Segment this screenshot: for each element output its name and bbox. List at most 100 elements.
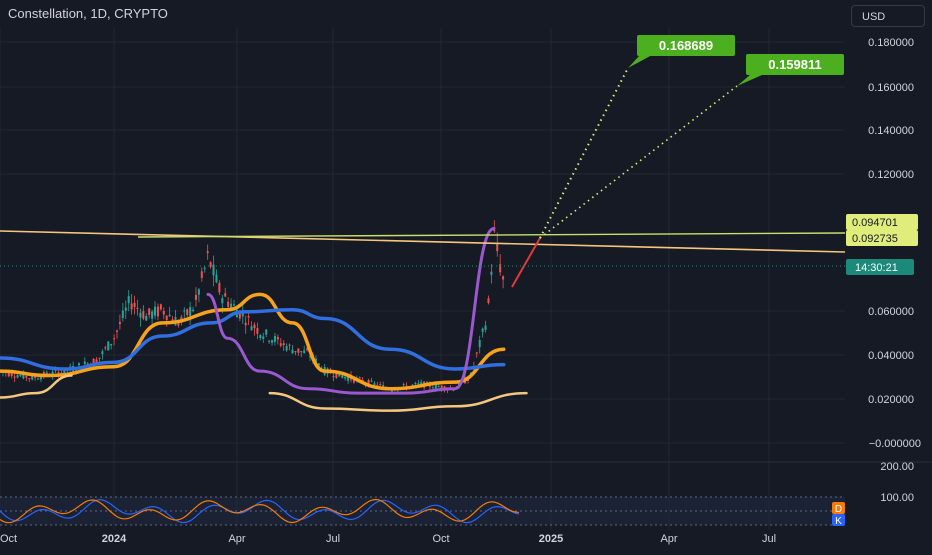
candle-body bbox=[34, 376, 37, 378]
candle-body bbox=[206, 251, 209, 254]
y-tick-label: 0.120000 bbox=[868, 169, 914, 181]
candle-body bbox=[16, 375, 19, 378]
candle-body bbox=[133, 302, 136, 307]
candle-body bbox=[303, 350, 306, 354]
candle-body bbox=[475, 352, 478, 354]
candle-body bbox=[142, 311, 145, 319]
svg-text:14:30:21: 14:30:21 bbox=[855, 262, 898, 274]
badge-d-label: D bbox=[835, 504, 842, 515]
x-tick-label: 2025 bbox=[539, 533, 563, 545]
candle-body bbox=[200, 271, 203, 278]
candle-body bbox=[332, 376, 335, 378]
chart-root[interactable]: 0.168689 0.159811 0.180000 0.160000 0.14… bbox=[0, 0, 932, 550]
candle-body bbox=[192, 309, 195, 311]
candle-body bbox=[358, 377, 361, 379]
candle-body bbox=[478, 339, 481, 348]
candle-body bbox=[25, 376, 28, 378]
candle-body bbox=[496, 243, 499, 252]
candle-body bbox=[233, 304, 235, 306]
y-tick-label: 0.020000 bbox=[868, 394, 914, 406]
candle-body bbox=[344, 376, 347, 379]
candle-body bbox=[194, 294, 197, 300]
candle-body bbox=[273, 336, 276, 342]
candle-body bbox=[159, 304, 162, 310]
candle-body bbox=[490, 271, 493, 275]
candle-body bbox=[183, 310, 186, 312]
candle-body bbox=[186, 309, 189, 316]
candle-body bbox=[77, 363, 80, 366]
candle-body bbox=[28, 378, 31, 380]
price-label-lower: 0.092735 bbox=[846, 230, 918, 246]
y-tick-label: 0.160000 bbox=[868, 82, 914, 94]
candle-body bbox=[244, 322, 247, 326]
candle-body bbox=[124, 307, 127, 311]
candle-body bbox=[145, 315, 148, 321]
candle-body bbox=[437, 386, 440, 388]
candle-body bbox=[136, 307, 139, 309]
candle-body bbox=[98, 357, 101, 359]
candle-body bbox=[265, 329, 268, 335]
candle-body bbox=[300, 351, 303, 353]
candle-body bbox=[484, 325, 487, 330]
candle-body bbox=[224, 293, 227, 297]
x-tick-label: 2024 bbox=[102, 533, 127, 545]
candle-body bbox=[107, 341, 110, 351]
candle-body bbox=[279, 343, 282, 346]
candle-body bbox=[221, 298, 224, 304]
x-tick-label: Jul bbox=[762, 533, 776, 545]
candle-body bbox=[294, 351, 297, 353]
svg-text:0.092735: 0.092735 bbox=[852, 233, 898, 245]
candle-body bbox=[414, 382, 417, 384]
x-tick-label: Oct bbox=[432, 533, 449, 545]
candle-body bbox=[288, 344, 291, 346]
candle-body bbox=[189, 307, 192, 317]
candle-body bbox=[139, 312, 142, 318]
candle-body bbox=[218, 282, 221, 293]
candle-body bbox=[151, 311, 154, 319]
y-tick-label: 0.040000 bbox=[868, 350, 914, 362]
price-chart[interactable]: 0.168689 0.159811 0.180000 0.160000 0.14… bbox=[0, 0, 932, 550]
y-tick-label: 0.140000 bbox=[868, 125, 914, 137]
candle-body bbox=[379, 384, 382, 386]
candle-body bbox=[19, 374, 22, 376]
candle-body bbox=[121, 310, 124, 318]
candle-body bbox=[247, 316, 250, 318]
candle-body bbox=[487, 298, 490, 304]
candle-body bbox=[402, 384, 405, 386]
candle-body bbox=[297, 348, 300, 353]
candle-body bbox=[250, 326, 253, 331]
candle-body bbox=[341, 375, 344, 378]
candle-body bbox=[127, 296, 130, 304]
candle-body bbox=[118, 321, 121, 325]
currency-button[interactable]: USD bbox=[851, 5, 925, 27]
candle-body bbox=[110, 344, 113, 346]
candle-body bbox=[116, 330, 118, 332]
candle-body bbox=[104, 347, 107, 349]
price-label-upper: 0.094701 bbox=[846, 214, 918, 230]
candle-body bbox=[154, 306, 157, 316]
target-label-2: 0.159811 bbox=[768, 57, 822, 72]
candle-body bbox=[130, 303, 133, 310]
osc-mid-label: 100.00 bbox=[880, 492, 914, 504]
candle-body bbox=[203, 267, 206, 269]
chart-title: Constellation, 1D, CRYPTO bbox=[8, 6, 168, 21]
target-label-1: 0.168689 bbox=[659, 38, 713, 53]
candle-body bbox=[253, 324, 256, 329]
candle-body bbox=[162, 311, 165, 315]
candle-body bbox=[113, 338, 116, 340]
candle-body bbox=[276, 336, 279, 340]
svg-text:0.094701: 0.094701 bbox=[852, 217, 898, 229]
candle-body bbox=[259, 335, 262, 338]
candle-body bbox=[282, 343, 285, 346]
candle-body bbox=[291, 349, 294, 354]
candle-body bbox=[37, 378, 40, 380]
candle-body bbox=[262, 336, 265, 339]
candle-body bbox=[502, 276, 505, 280]
candle-body bbox=[101, 351, 104, 355]
candle-body bbox=[271, 340, 274, 343]
candle-body bbox=[83, 361, 86, 365]
candle-body bbox=[417, 383, 420, 385]
candle-body bbox=[168, 314, 171, 317]
candle-body bbox=[285, 346, 288, 351]
candle-body bbox=[197, 289, 200, 295]
